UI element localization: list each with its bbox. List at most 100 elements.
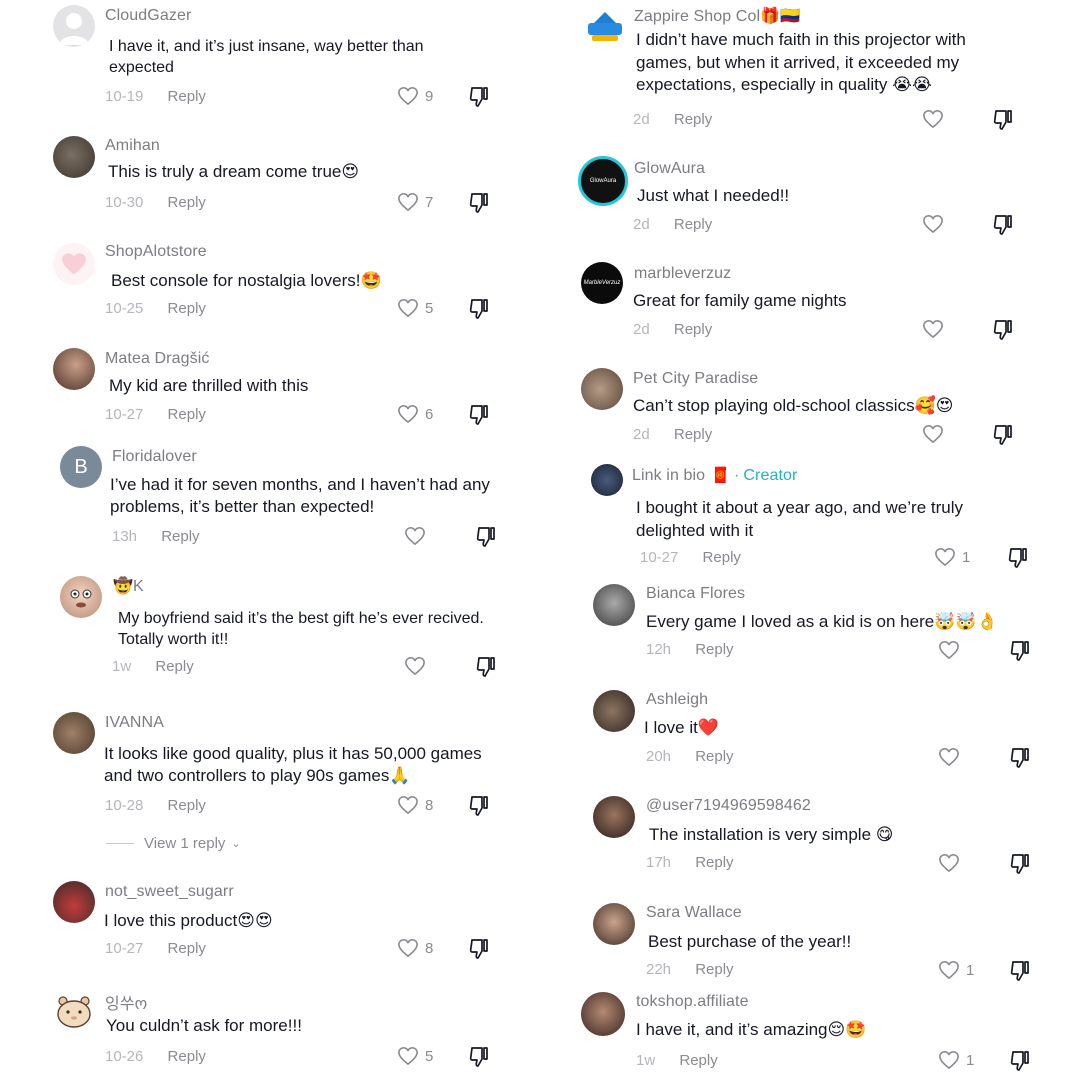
avatar[interactable] <box>581 992 625 1036</box>
dislike-button[interactable] <box>1010 747 1030 769</box>
thumbs-down-icon <box>993 110 1012 130</box>
reply-button[interactable]: Reply <box>674 111 712 128</box>
avatar[interactable] <box>60 576 102 618</box>
like-button[interactable] <box>922 214 950 234</box>
avatar[interactable] <box>53 243 95 285</box>
avatar[interactable]: GlowAura <box>578 156 628 206</box>
avatar[interactable] <box>581 368 623 410</box>
dislike-button[interactable] <box>993 424 1013 446</box>
comment-username[interactable]: Floridalover <box>112 448 197 466</box>
avatar[interactable] <box>584 6 626 48</box>
avatar[interactable] <box>53 881 95 923</box>
comment-username[interactable]: Bianca Flores <box>646 585 745 603</box>
dislike-button[interactable] <box>476 526 496 548</box>
like-button[interactable] <box>922 319 950 339</box>
comment-date: 10-27 <box>105 406 144 423</box>
dislike-button[interactable] <box>469 1046 489 1068</box>
dislike-button[interactable] <box>469 938 489 960</box>
avatar[interactable] <box>53 5 95 47</box>
like-button[interactable]: 1 <box>934 547 970 567</box>
reply-button[interactable]: Reply <box>703 549 741 566</box>
avatar[interactable] <box>593 796 635 838</box>
reply-button[interactable]: Reply <box>168 88 206 105</box>
avatar[interactable] <box>593 584 635 626</box>
like-button[interactable]: 1 <box>938 1050 974 1070</box>
reply-button[interactable]: Reply <box>674 426 712 443</box>
comment-username[interactable]: 🤠K <box>113 576 144 596</box>
view-replies-button[interactable]: View 1 reply ⌄ <box>106 835 241 852</box>
comment-username[interactable]: Pet City Paradise <box>633 370 758 388</box>
comment-username[interactable]: IVANNA <box>105 714 164 732</box>
comment-username[interactable]: 잉쑤ო <box>105 990 147 1014</box>
avatar[interactable] <box>593 690 635 732</box>
like-button[interactable] <box>938 747 966 767</box>
like-button[interactable]: 7 <box>397 192 433 212</box>
reply-button[interactable]: Reply <box>161 528 199 545</box>
like-button[interactable]: 6 <box>397 404 433 424</box>
like-button[interactable]: 8 <box>397 938 433 958</box>
dislike-button[interactable] <box>469 192 489 214</box>
like-button[interactable]: 9 <box>397 86 433 106</box>
comment-username[interactable]: tokshop.affiliate <box>636 993 749 1011</box>
dislike-button[interactable] <box>1010 853 1030 875</box>
dislike-button[interactable] <box>993 319 1013 341</box>
avatar[interactable] <box>53 990 95 1032</box>
reply-button[interactable]: Reply <box>695 641 733 658</box>
like-button[interactable]: 5 <box>397 1046 433 1066</box>
like-button[interactable]: 8 <box>397 795 433 815</box>
dislike-button[interactable] <box>469 404 489 426</box>
comment-username[interactable]: CloudGazer <box>105 7 191 25</box>
reply-button[interactable]: Reply <box>155 658 193 675</box>
like-button[interactable] <box>404 656 432 676</box>
avatar[interactable] <box>53 136 95 178</box>
dislike-button[interactable] <box>993 214 1013 236</box>
comment-username[interactable]: Zappire Shop Col🎁🇨🇴 <box>634 6 800 26</box>
comment-username[interactable]: Matea Dragšić <box>105 350 209 368</box>
avatar[interactable]: MarbleVerzuz <box>581 262 623 304</box>
reply-button[interactable]: Reply <box>168 406 206 423</box>
reply-button[interactable]: Reply <box>168 194 206 211</box>
comment-date: 10-25 <box>105 300 144 317</box>
dislike-button[interactable] <box>469 86 489 108</box>
comment-username[interactable]: Amihan <box>105 137 160 155</box>
reply-button[interactable]: Reply <box>674 216 712 233</box>
avatar[interactable] <box>53 348 95 390</box>
like-button[interactable] <box>404 526 432 546</box>
dislike-button[interactable] <box>1010 960 1030 982</box>
comment-username[interactable]: marbleverzuz <box>634 265 731 283</box>
comment-username[interactable]: Ashleigh <box>646 691 708 709</box>
comment-username[interactable]: Sara Wallace <box>646 904 742 922</box>
comment-username[interactable]: @user7194969598462 <box>646 797 811 815</box>
dislike-button[interactable] <box>469 795 489 817</box>
avatar[interactable] <box>591 464 623 496</box>
like-button[interactable] <box>922 424 950 444</box>
dislike-button[interactable] <box>1010 1050 1030 1072</box>
dislike-button[interactable] <box>1008 547 1028 569</box>
comment-username[interactable]: ShopAlotstore <box>105 243 207 261</box>
like-button[interactable]: 1 <box>938 960 974 980</box>
reply-button[interactable]: Reply <box>674 321 712 338</box>
like-button[interactable]: 5 <box>397 298 433 318</box>
avatar[interactable] <box>593 903 635 945</box>
reply-button[interactable]: Reply <box>168 797 206 814</box>
reply-button[interactable]: Reply <box>695 748 733 765</box>
dislike-button[interactable] <box>993 109 1013 131</box>
dislike-button[interactable] <box>476 656 496 678</box>
like-button[interactable] <box>938 853 966 873</box>
reply-button[interactable]: Reply <box>168 940 206 957</box>
heart-icon <box>939 748 959 766</box>
like-button[interactable] <box>922 109 950 129</box>
comment-username[interactable]: GlowAura <box>634 160 705 178</box>
avatar[interactable] <box>53 712 95 754</box>
comment-username[interactable]: Link in bio 🧧 · Creator <box>632 466 797 485</box>
reply-button[interactable]: Reply <box>695 961 733 978</box>
reply-button[interactable]: Reply <box>168 300 206 317</box>
reply-button[interactable]: Reply <box>168 1048 206 1065</box>
reply-button[interactable]: Reply <box>695 854 733 871</box>
comment-username[interactable]: not_sweet_sugarr <box>105 883 234 901</box>
avatar[interactable]: B <box>60 446 102 488</box>
dislike-button[interactable] <box>1010 640 1030 662</box>
reply-button[interactable]: Reply <box>679 1052 717 1069</box>
dislike-button[interactable] <box>469 298 489 320</box>
like-button[interactable] <box>938 640 966 660</box>
